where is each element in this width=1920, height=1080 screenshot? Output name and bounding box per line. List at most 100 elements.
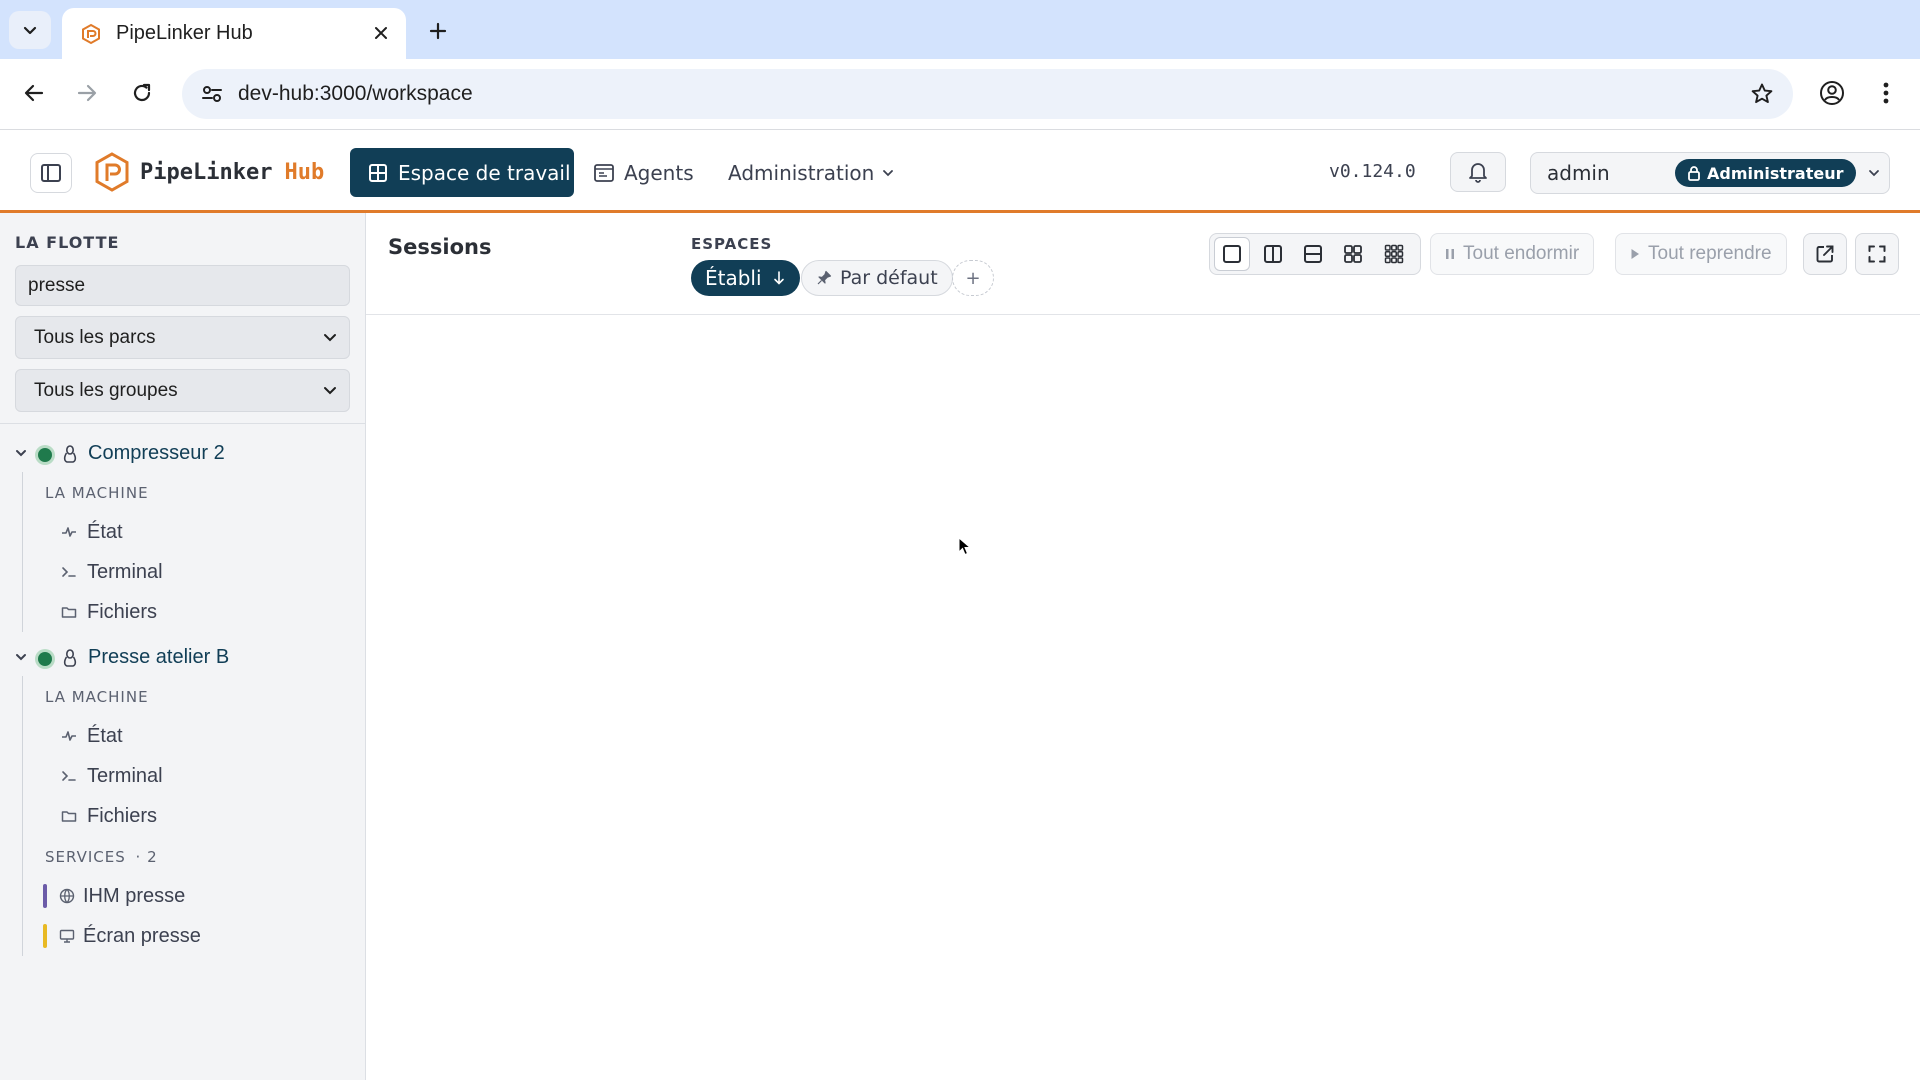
group-select-value: Tous les groupes (34, 379, 178, 401)
fullscreen-icon (1868, 245, 1886, 263)
service-label: Écran presse (83, 924, 201, 947)
tab-title: PipeLinker Hub (116, 22, 253, 44)
linux-icon (63, 445, 77, 463)
machine-item-label: Terminal (87, 560, 163, 583)
browser-tab[interactable]: PipeLinker Hub (62, 8, 406, 59)
pipelinker-logo-icon (95, 152, 129, 192)
layout-grid-3x3-icon[interactable] (1376, 237, 1412, 271)
open-external-button[interactable] (1803, 233, 1847, 275)
reload-icon (133, 83, 151, 102)
brand[interactable]: PipeLinker Hub (94, 152, 324, 192)
machine-item-fichiers[interactable]: Fichiers (23, 796, 366, 836)
nav-administration[interactable]: Administration (728, 148, 894, 197)
notifications-button[interactable] (1450, 152, 1506, 192)
layout-columns-icon[interactable] (1254, 237, 1290, 271)
more-vertical-icon (1883, 82, 1889, 104)
activity-icon (59, 729, 79, 743)
chevron-down-icon (324, 386, 336, 394)
address-bar[interactable]: dev-hub:3000/workspace (182, 69, 1793, 119)
add-space-button[interactable]: + (952, 260, 994, 296)
app-header: PipeLinker Hub Espace de travail Agents … (0, 130, 1920, 213)
tab-list-button[interactable] (9, 11, 51, 49)
status-online-dot (38, 652, 52, 666)
services-section-label: SERVICES · 2 (23, 836, 366, 876)
user-name: admin (1547, 161, 1610, 185)
lock-icon (1688, 166, 1700, 181)
layout-switcher (1209, 233, 1421, 275)
resume-all-button[interactable]: Tout reprendre (1615, 233, 1787, 275)
activity-icon (59, 525, 79, 539)
machine-item-etat[interactable]: État (23, 716, 366, 756)
space-tab-par-defaut[interactable]: Par défaut (801, 260, 953, 296)
machine-item-label: État (87, 520, 123, 543)
forward-button[interactable] (67, 73, 107, 113)
services-count: · 2 (135, 848, 158, 866)
machine-item-etat[interactable]: État (23, 512, 366, 552)
arrow-down-icon (773, 271, 784, 285)
service-label: IHM presse (83, 884, 186, 907)
close-icon[interactable] (370, 22, 392, 44)
nav-agents-label: Agents (624, 160, 694, 185)
machine-item-label: Fichiers (87, 804, 158, 827)
group-select[interactable]: Tous les groupes (15, 369, 350, 412)
space-label: Établi (705, 266, 762, 290)
machine-presse-atelier-b: Presse atelier B LA MACHINE État Termina… (0, 640, 366, 956)
service-color-bar (43, 884, 47, 908)
machine-item-fichiers[interactable]: Fichiers (23, 592, 366, 632)
sleep-all-button[interactable]: Tout endormir (1430, 233, 1595, 275)
service-item-ecran-presse[interactable]: Écran presse (23, 916, 366, 956)
browser-toolbar: dev-hub:3000/workspace (0, 59, 1920, 130)
play-icon (1631, 249, 1639, 259)
sidebar-toggle-button[interactable] (30, 153, 72, 193)
pause-icon (1446, 249, 1454, 259)
space-tab-etabli[interactable]: Établi (691, 260, 800, 296)
layout-grid-2x2-icon[interactable] (1335, 237, 1371, 271)
back-button[interactable] (14, 73, 54, 113)
mouse-cursor-icon (958, 537, 972, 556)
park-select[interactable]: Tous les parcs (15, 316, 350, 359)
role-badge: Administrateur (1675, 159, 1856, 187)
machine-row[interactable]: Presse atelier B (0, 640, 366, 676)
agents-window-icon (594, 163, 614, 182)
section-label: LA MACHINE (45, 688, 149, 706)
fleet-search-input[interactable] (15, 265, 350, 306)
folder-icon (59, 809, 79, 823)
profile-button[interactable] (1812, 73, 1852, 113)
new-tab-button[interactable] (421, 14, 455, 48)
spaces-label: ESPACES (691, 235, 773, 253)
machine-item-terminal[interactable]: Terminal (23, 552, 366, 592)
page-title: Sessions (388, 235, 492, 259)
terminal-icon (59, 769, 79, 783)
role-label: Administrateur (1707, 163, 1844, 183)
nav-agents[interactable]: Agents (594, 148, 694, 197)
machine-item-label: Terminal (87, 764, 163, 787)
browser-menu-button[interactable] (1866, 73, 1906, 113)
layout-single-icon[interactable] (1214, 237, 1251, 271)
section-label: LA MACHINE (45, 484, 149, 502)
terminal-icon (59, 565, 79, 579)
account-circle-icon (1820, 81, 1844, 105)
external-link-icon (1816, 245, 1834, 263)
sidebar-heading: LA FLOTTE (15, 233, 120, 252)
machine-item-label: État (87, 724, 123, 747)
nav-workspace[interactable]: Espace de travail (350, 148, 574, 197)
reload-button[interactable] (122, 73, 162, 113)
arrow-right-icon (77, 84, 97, 102)
park-select-value: Tous les parcs (34, 326, 156, 348)
chevron-down-icon (16, 654, 26, 661)
plus-icon (429, 22, 447, 40)
arrow-left-icon (24, 84, 44, 102)
pipelinker-favicon-icon (80, 23, 102, 45)
bookmark-star-icon[interactable] (1749, 81, 1775, 107)
fullscreen-button[interactable] (1855, 233, 1899, 275)
brand-sub: Hub (284, 159, 325, 185)
nav-administration-label: Administration (728, 160, 875, 185)
sessions-panel: Sessions ESPACES Établi Par défaut + Tou… (366, 213, 1920, 1080)
brand-name: PipeLinker (140, 159, 273, 185)
service-item-ihm-presse[interactable]: IHM presse (23, 876, 366, 916)
user-menu[interactable]: admin Administrateur (1530, 152, 1890, 194)
machine-item-terminal[interactable]: Terminal (23, 756, 366, 796)
site-settings-icon[interactable] (186, 69, 238, 119)
machine-row[interactable]: Compresseur 2 (0, 436, 366, 472)
layout-rows-icon[interactable] (1295, 237, 1331, 271)
